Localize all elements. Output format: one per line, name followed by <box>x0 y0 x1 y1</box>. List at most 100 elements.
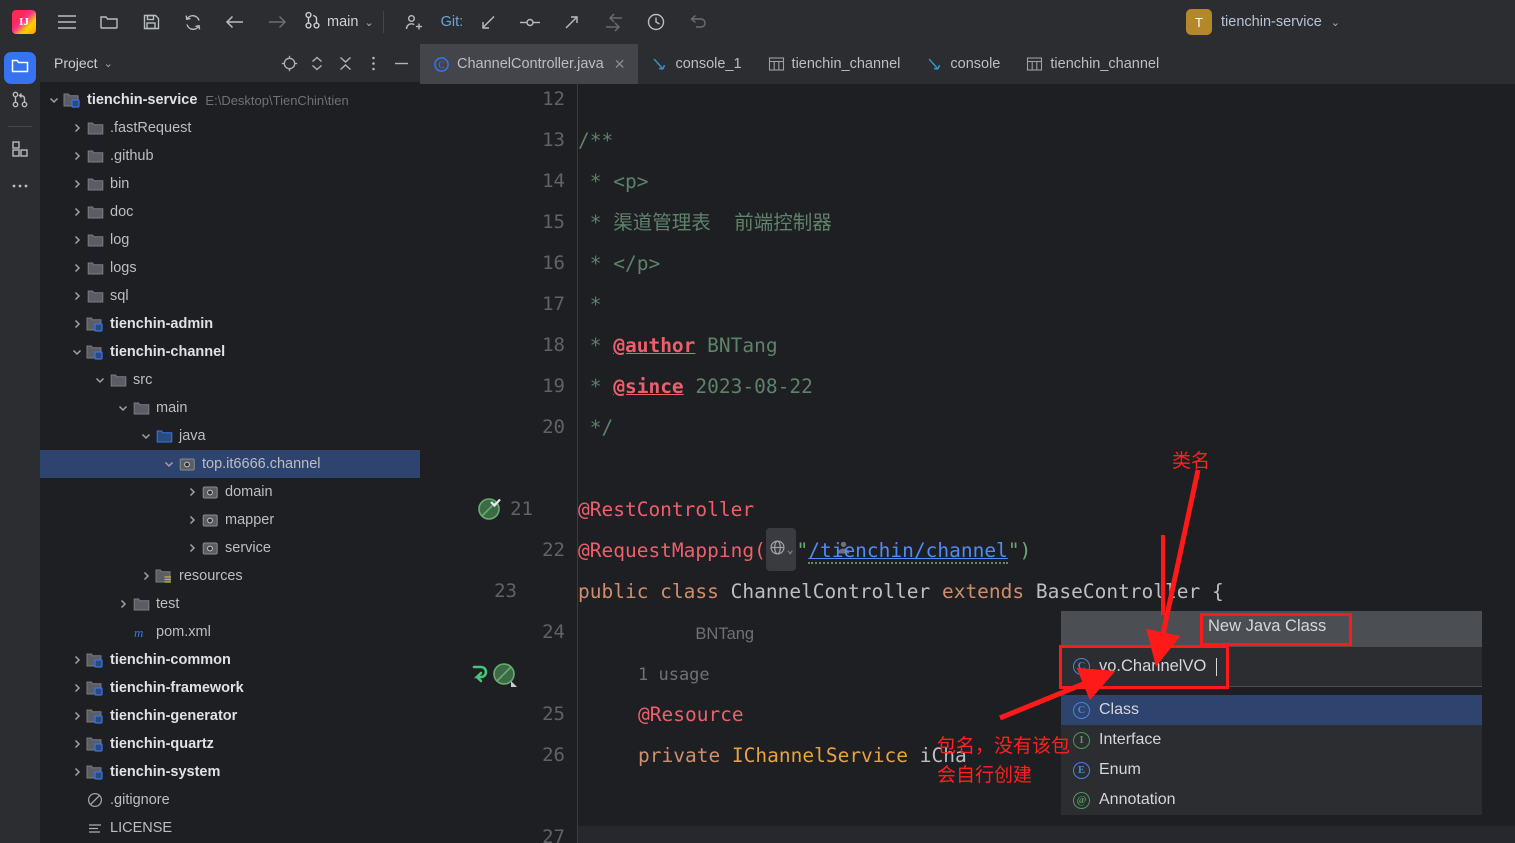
open-folder-icon[interactable] <box>92 7 126 37</box>
tree-node[interactable]: java <box>40 422 420 450</box>
chevron-down-icon[interactable] <box>92 375 108 385</box>
tree-node[interactable]: tienchin-channel <box>40 338 420 366</box>
project-panel-title[interactable]: Project ⌄ <box>54 55 113 71</box>
branch-selector[interactable]: main ⌄ <box>304 11 374 34</box>
sidebar-item-version-control[interactable] <box>4 86 36 118</box>
web-path-inlay[interactable]: ⌄ <box>765 528 797 571</box>
chevron-right-icon[interactable] <box>69 291 85 301</box>
tree-node[interactable]: tienchin-system <box>40 758 420 786</box>
tree-node[interactable]: resources <box>40 562 420 590</box>
tree-node[interactable]: sql <box>40 282 420 310</box>
chevron-right-icon[interactable] <box>69 263 85 273</box>
tree-node[interactable]: tienchin-framework <box>40 674 420 702</box>
editor-tab[interactable]: tienchin_channel <box>1013 44 1172 84</box>
chevron-down-icon[interactable] <box>46 95 62 105</box>
tree-node[interactable]: tienchin-quartz <box>40 730 420 758</box>
navigate-forward-icon[interactable] <box>260 7 294 37</box>
tree-node[interactable]: mapper <box>40 506 420 534</box>
tree-node[interactable]: domain <box>40 478 420 506</box>
sidebar-item-more[interactable] <box>4 169 36 201</box>
chevron-right-icon[interactable] <box>69 151 85 161</box>
chevron-right-icon[interactable] <box>69 711 85 721</box>
git-update-project-icon[interactable] <box>471 7 505 37</box>
git-history-icon[interactable] <box>639 7 673 37</box>
tree-node[interactable]: m pom.xml <box>40 618 420 646</box>
tree-node[interactable]: LICENSE <box>40 814 420 842</box>
tree-node-path: E:\Desktop\TienChin\tien <box>205 92 349 108</box>
chevron-down-icon[interactable] <box>115 403 131 413</box>
bean-marker-icon[interactable] <box>492 662 518 693</box>
chevron-right-icon[interactable] <box>69 655 85 665</box>
tree-node[interactable]: logs <box>40 254 420 282</box>
code-with-me-icon[interactable] <box>397 7 431 37</box>
navigate-back-icon[interactable] <box>218 7 252 37</box>
new-java-class-name-input[interactable]: C vo.ChannelVO <box>1061 647 1482 687</box>
chevron-right-icon[interactable] <box>69 235 85 245</box>
reload-from-disk-icon[interactable] <box>176 7 210 37</box>
save-all-icon[interactable] <box>134 7 168 37</box>
tree-node[interactable]: service <box>40 534 420 562</box>
new-java-class-kind-item[interactable]: C Class <box>1061 695 1482 725</box>
more-dots-icon <box>11 176 29 194</box>
project-tree[interactable]: tienchin-service E:\Desktop\TienChin\tien… <box>40 82 420 843</box>
new-java-class-kind-item[interactable]: @ Annotation <box>1061 785 1482 815</box>
sidebar-item-project[interactable] <box>4 52 36 84</box>
editor-tab[interactable]: C ChannelController.java ✕ <box>420 44 639 84</box>
sidebar-item-structure[interactable] <box>4 135 36 167</box>
editor-tab[interactable]: tienchin_channel <box>755 44 914 84</box>
overridden-method-icon[interactable] <box>470 664 490 691</box>
git-rollback-icon[interactable] <box>681 7 715 37</box>
mapping-path-link[interactable]: /tienchin/channel <box>808 539 1008 564</box>
tree-node[interactable]: tienchin-generator <box>40 702 420 730</box>
chevron-right-icon[interactable] <box>69 207 85 217</box>
git-push-icon[interactable] <box>555 7 589 37</box>
project-selector[interactable]: T tienchin-service ⌄ <box>1186 9 1340 35</box>
tree-node[interactable]: tienchin-common <box>40 646 420 674</box>
tree-node[interactable]: tienchin-admin <box>40 310 420 338</box>
tree-node[interactable]: tienchin-service E:\Desktop\TienChin\tien <box>40 86 420 114</box>
new-java-class-kind-list[interactable]: C Class I Interface E Enum @ Annotation <box>1061 695 1482 815</box>
new-java-class-kind-item[interactable]: I Interface <box>1061 725 1482 755</box>
tree-node[interactable]: test <box>40 590 420 618</box>
chevron-right-icon[interactable] <box>69 123 85 133</box>
tree-node[interactable]: .fastRequest <box>40 114 420 142</box>
bean-marker-icon[interactable] <box>476 496 502 527</box>
tree-node[interactable]: .github <box>40 142 420 170</box>
chevron-right-icon[interactable] <box>69 739 85 749</box>
chevron-right-icon[interactable] <box>69 319 85 329</box>
tree-node[interactable]: .gitignore <box>40 786 420 814</box>
tree-node[interactable]: bin <box>40 170 420 198</box>
java-class-icon: C <box>433 56 450 73</box>
editor-tab[interactable]: console <box>913 44 1013 84</box>
options-icon[interactable] <box>360 50 386 76</box>
hide-icon[interactable] <box>388 50 414 76</box>
editor-tab[interactable]: console_1 <box>638 44 754 84</box>
editor-tab-bar[interactable]: C ChannelController.java ✕ console_1 tienchi… <box>420 44 1515 84</box>
chevron-down-icon[interactable] <box>161 459 177 469</box>
chevron-right-icon[interactable] <box>184 515 200 525</box>
git-pull-icon[interactable] <box>597 7 631 37</box>
chevron-right-icon[interactable] <box>115 599 131 609</box>
editor-gutter[interactable]: 12 13 14 15 16 17 18 19 20 21 22 23 24 2… <box>420 84 578 843</box>
chevron-down-icon[interactable] <box>69 347 85 357</box>
tree-node[interactable]: doc <box>40 198 420 226</box>
tree-node[interactable]: main <box>40 394 420 422</box>
chevron-right-icon[interactable] <box>184 487 200 497</box>
chevron-right-icon[interactable] <box>69 683 85 693</box>
expand-collapse-icon[interactable] <box>304 50 330 76</box>
main-menu-icon[interactable] <box>50 7 84 37</box>
chevron-right-icon[interactable] <box>69 767 85 777</box>
select-opened-file-icon[interactable] <box>276 50 302 76</box>
chevron-down-icon[interactable] <box>138 431 154 441</box>
git-commit-icon[interactable] <box>513 7 547 37</box>
java-class-icon: C <box>1073 658 1090 675</box>
chevron-right-icon[interactable] <box>138 571 154 581</box>
collapse-all-icon[interactable] <box>332 50 358 76</box>
close-tab-icon[interactable]: ✕ <box>614 56 626 73</box>
tree-node[interactable]: src <box>40 366 420 394</box>
tree-node[interactable]: top.it6666.channel <box>40 450 420 478</box>
chevron-right-icon[interactable] <box>184 543 200 553</box>
tree-node[interactable]: log <box>40 226 420 254</box>
chevron-right-icon[interactable] <box>69 179 85 189</box>
new-java-class-kind-item[interactable]: E Enum <box>1061 755 1482 785</box>
